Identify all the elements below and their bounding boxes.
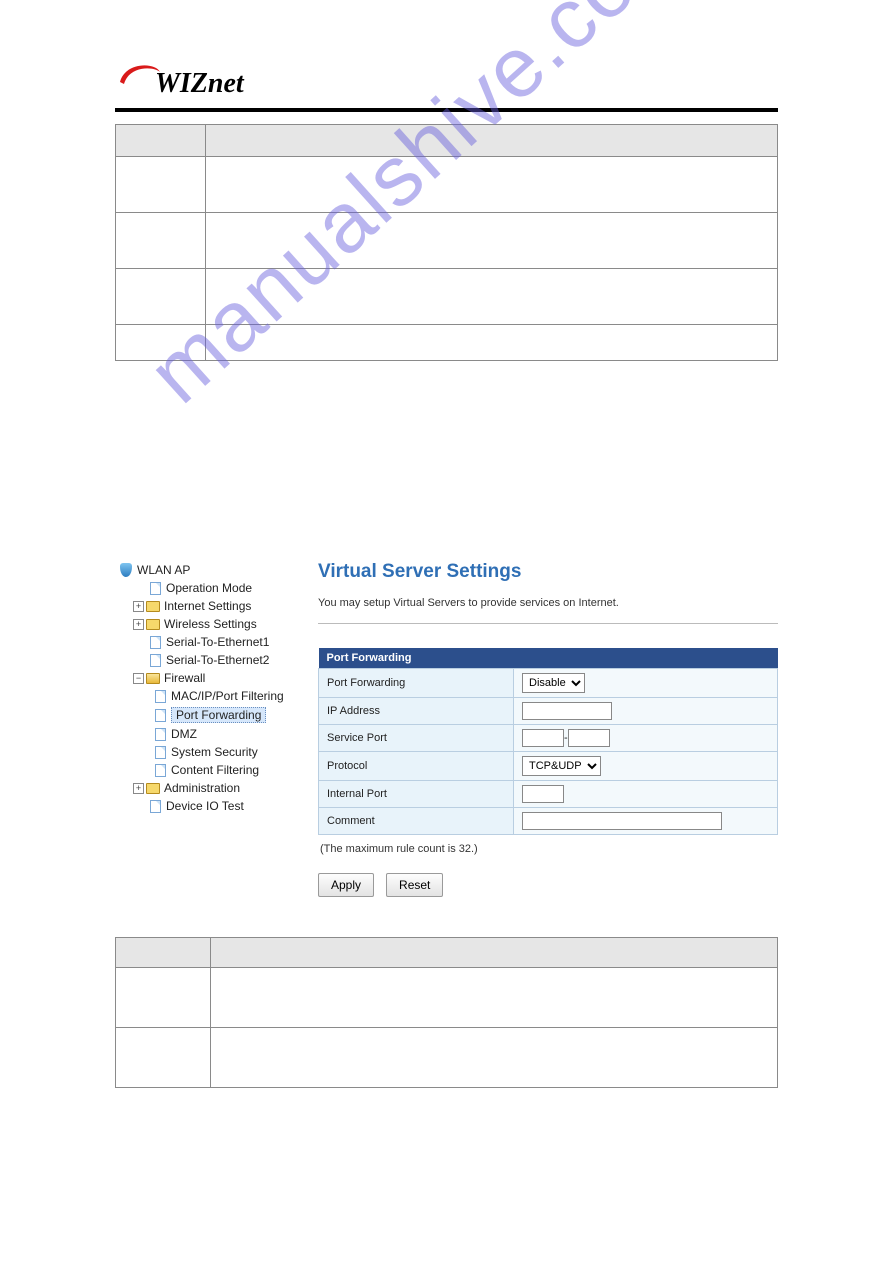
folder-icon <box>146 781 160 795</box>
logo-text: WIZnet <box>155 68 244 99</box>
tree-item-port-forwarding[interactable]: Port Forwarding <box>119 705 290 725</box>
tree-item-content-filtering[interactable]: Content Filtering <box>119 761 290 779</box>
folder-icon <box>146 617 160 631</box>
select-port-forwarding[interactable]: Disable <box>522 673 585 693</box>
tree-item-serial1[interactable]: Serial-To-Ethernet1 <box>119 633 290 651</box>
tree-item-internet-settings[interactable]: + Internet Settings <box>119 597 290 615</box>
label-service-port: Service Port <box>319 725 514 752</box>
input-service-port-to[interactable] <box>568 729 610 747</box>
content-divider <box>318 623 778 624</box>
page-icon <box>153 689 167 703</box>
section-header: Port Forwarding <box>319 648 778 669</box>
tree-label: Administration <box>164 781 240 795</box>
tree-label: Wireless Settings <box>164 617 257 631</box>
folder-open-icon <box>146 671 160 685</box>
tree-item-mac-ip-port[interactable]: MAC/IP/Port Filtering <box>119 687 290 705</box>
page-description: You may setup Virtual Servers to provide… <box>318 597 778 609</box>
page-icon <box>148 653 162 667</box>
page-icon <box>148 799 162 813</box>
page-icon <box>153 708 167 722</box>
tree-item-serial2[interactable]: Serial-To-Ethernet2 <box>119 651 290 669</box>
tree-label: Serial-To-Ethernet2 <box>166 653 269 667</box>
tree-label: MAC/IP/Port Filtering <box>171 689 284 703</box>
page-icon <box>148 635 162 649</box>
header-divider <box>115 108 778 112</box>
tree-root-label: WLAN AP <box>137 563 190 577</box>
tree-label: Operation Mode <box>166 581 252 595</box>
input-service-port-from[interactable] <box>522 729 564 747</box>
tree-label: DMZ <box>171 727 197 741</box>
nav-tree: WLAN AP Operation Mode + Internet Settin… <box>115 561 290 897</box>
plus-icon[interactable]: + <box>133 601 144 612</box>
label-protocol: Protocol <box>319 752 514 781</box>
page-title: Virtual Server Settings <box>318 561 778 583</box>
label-ip-address: IP Address <box>319 698 514 725</box>
max-rule-note: (The maximum rule count is 32.) <box>320 843 778 855</box>
plus-icon[interactable]: + <box>133 619 144 630</box>
tree-item-device-io-test[interactable]: Device IO Test <box>119 797 290 815</box>
tree-label: Device IO Test <box>166 799 244 813</box>
plus-icon[interactable]: + <box>133 783 144 794</box>
input-ip-address[interactable] <box>522 702 612 720</box>
tree-label: Content Filtering <box>171 763 259 777</box>
tree-item-wireless-settings[interactable]: + Wireless Settings <box>119 615 290 633</box>
logo: WIZnet <box>115 60 778 100</box>
tree-item-firewall[interactable]: − Firewall <box>119 669 290 687</box>
main-content: Virtual Server Settings You may setup Vi… <box>290 561 778 897</box>
folder-icon <box>146 599 160 613</box>
minus-icon[interactable]: − <box>133 673 144 684</box>
label-internal-port: Internal Port <box>319 781 514 808</box>
page-icon <box>148 581 162 595</box>
tree-label: Internet Settings <box>164 599 251 613</box>
tree-root[interactable]: WLAN AP <box>119 561 290 579</box>
reset-button[interactable]: Reset <box>386 873 443 897</box>
tree-item-dmz[interactable]: DMZ <box>119 725 290 743</box>
empty-table-top <box>115 124 778 361</box>
tree-item-administration[interactable]: + Administration <box>119 779 290 797</box>
tree-label: Firewall <box>164 671 205 685</box>
label-port-forwarding: Port Forwarding <box>319 669 514 698</box>
router-admin-panel: WLAN AP Operation Mode + Internet Settin… <box>115 561 778 897</box>
select-protocol[interactable]: TCP&UDP <box>522 756 601 776</box>
page-icon <box>153 763 167 777</box>
input-internal-port[interactable] <box>522 785 564 803</box>
port-forwarding-form: Port Forwarding Port Forwarding Disable … <box>318 648 778 835</box>
input-comment[interactable] <box>522 812 722 830</box>
tree-label: System Security <box>171 745 258 759</box>
shield-icon <box>119 563 133 577</box>
label-comment: Comment <box>319 808 514 835</box>
page-icon <box>153 745 167 759</box>
page-icon <box>153 727 167 741</box>
tree-item-system-security[interactable]: System Security <box>119 743 290 761</box>
apply-button[interactable]: Apply <box>318 873 374 897</box>
tree-item-operation-mode[interactable]: Operation Mode <box>119 579 290 597</box>
tree-label: Serial-To-Ethernet1 <box>166 635 269 649</box>
empty-table-bottom <box>115 937 778 1088</box>
tree-label-selected: Port Forwarding <box>171 707 266 723</box>
